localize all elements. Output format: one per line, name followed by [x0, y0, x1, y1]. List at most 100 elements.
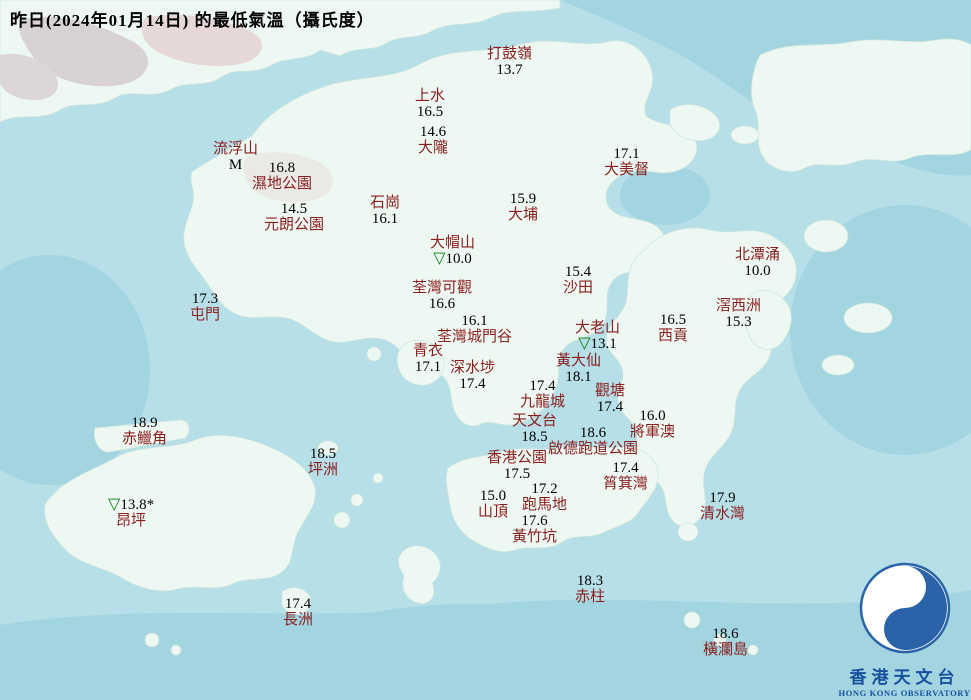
station-marker-icon: ▽: [108, 496, 121, 513]
station-value: 15.3: [725, 314, 752, 330]
station: 14.5 元朗公園: [264, 201, 324, 233]
station: 荃灣可觀 16.6: [412, 280, 472, 312]
station: 16.0 將軍澳: [630, 408, 675, 440]
station-name: 北潭涌: [735, 247, 781, 263]
station: 上水 16.5: [415, 88, 445, 120]
station-name: 大埔: [508, 207, 539, 223]
station: 15.4 沙田: [563, 264, 593, 296]
station: 17.4 九龍城: [520, 378, 565, 410]
station-value: 17.4: [284, 596, 312, 612]
station: 北潭涌 10.0: [735, 247, 780, 279]
station: 14.6 大隴: [418, 124, 448, 156]
station-value: 15.9: [509, 191, 537, 207]
station-name: 昂坪: [116, 513, 147, 529]
station: 石崗 16.1: [370, 195, 400, 227]
station-value: 13.7: [496, 62, 523, 78]
station: 17.4 長洲: [283, 596, 313, 628]
station-value: 15.0: [479, 488, 507, 504]
station-name: 上水: [415, 88, 446, 104]
station-value: 18.6: [579, 425, 607, 441]
station-value: 14.6: [419, 124, 447, 140]
station-marker-icon: ▽: [578, 335, 591, 352]
station-value: 17.1: [613, 146, 640, 162]
station-name: 黃大仙: [556, 353, 602, 369]
station-name: 滘西洲: [716, 298, 762, 314]
map-title: 昨日(2024年01月14日) 的最低氣溫（攝氏度）: [10, 11, 375, 30]
station: 深水埗 17.4: [450, 360, 495, 392]
station: 16.1 荃灣城門谷: [437, 313, 512, 345]
station: 16.5 西貢: [658, 312, 688, 344]
station-name: 啟德跑道公園: [548, 441, 639, 457]
station-value: 17.4: [612, 460, 639, 476]
station-name: 元朗公園: [264, 217, 325, 233]
station-name: 荃灣可觀: [412, 280, 473, 296]
station-name: 清水灣: [700, 506, 746, 522]
station: 香港公園 17.5: [487, 450, 547, 482]
station-value: 18.5: [309, 446, 337, 462]
station-value: 16.5: [416, 104, 444, 120]
station-name: 青衣: [413, 343, 444, 359]
station: 18.6 橫瀾島: [703, 626, 748, 658]
station-value: 17.5: [503, 466, 531, 482]
station: ▽13.8* 昂坪: [108, 496, 155, 530]
basemap: [0, 0, 971, 700]
hko-logo-name-en: HONG KONG OBSERVATORY: [838, 688, 971, 698]
station-value: 17.1: [414, 359, 442, 375]
station-name: 大帽山: [430, 235, 476, 251]
station-name: 深水埗: [450, 360, 496, 376]
station-name: 屯門: [190, 307, 221, 323]
station: 18.9 赤鱲角: [122, 415, 167, 447]
station-value: 17.3: [191, 291, 219, 307]
station-name: 香港公園: [487, 450, 548, 466]
station-value: 14.5: [280, 201, 308, 217]
station: 觀塘 17.4: [595, 383, 625, 415]
station: 18.5 坪洲: [308, 446, 338, 478]
station: 大老山 ▽13.1: [575, 320, 620, 352]
station-value: 18.3: [576, 573, 604, 589]
station-name: 坪洲: [308, 462, 339, 478]
station-name: 赤鱲角: [122, 431, 168, 447]
station-name: 打鼓嶺: [487, 46, 533, 62]
station-value: 17.4: [529, 378, 556, 394]
station-value: 16.1: [461, 313, 488, 329]
station-value: 16.0: [639, 408, 666, 424]
station-name: 沙田: [563, 280, 594, 296]
station: 滘西洲 15.3: [716, 298, 761, 330]
station-name: 荃灣城門谷: [437, 329, 513, 345]
station: 17.9 清水灣: [700, 490, 745, 522]
station-name: 大隴: [418, 140, 449, 156]
station-name: 山頂: [478, 504, 509, 520]
station-name: 跑馬地: [522, 497, 568, 513]
station: 15.9 大埔: [508, 191, 538, 223]
station-value: 16.6: [428, 296, 456, 312]
land-northeast: [750, 38, 971, 172]
station-name: 黃竹坑: [512, 529, 558, 545]
station: 17.4 筲箕灣: [603, 460, 648, 492]
station-marker-icon: ▽: [433, 250, 446, 267]
station: 16.8 濕地公園: [252, 160, 312, 192]
station-value: 16.8: [268, 160, 296, 176]
station-value: 16.5: [659, 312, 687, 328]
station-value: 15.4: [564, 264, 592, 280]
station-value: 17.4: [596, 399, 624, 415]
station-value: ▽13.8*: [108, 496, 155, 514]
station: 17.2 跑馬地: [522, 481, 567, 513]
station: 打鼓嶺 13.7: [487, 46, 532, 78]
station-value: 17.6: [521, 513, 548, 529]
station-name: 筲箕灣: [603, 476, 649, 492]
hko-logo-icon: [859, 562, 950, 654]
station: 17.6 黃竹坑: [512, 513, 557, 545]
station-value: 18.6: [712, 626, 739, 642]
station-value: 18.9: [131, 415, 158, 431]
station: 青衣 17.1: [413, 343, 443, 375]
station: 18.3 赤柱: [575, 573, 605, 605]
station-name: 觀塘: [595, 383, 626, 399]
station-name: 大美督: [604, 162, 650, 178]
station-value: 17.4: [459, 376, 486, 392]
hk-min-temp-map: 昨日(2024年01月14日) 的最低氣溫（攝氏度） 打鼓嶺 13.7 上水 16.5…: [0, 0, 971, 700]
station-value: ▽13.1: [578, 335, 617, 353]
station-name: 橫瀾島: [703, 642, 749, 658]
station: 大帽山 ▽10.0: [430, 235, 475, 267]
station-value: ▽10.0: [433, 250, 472, 268]
station-name: 濕地公園: [252, 176, 313, 192]
